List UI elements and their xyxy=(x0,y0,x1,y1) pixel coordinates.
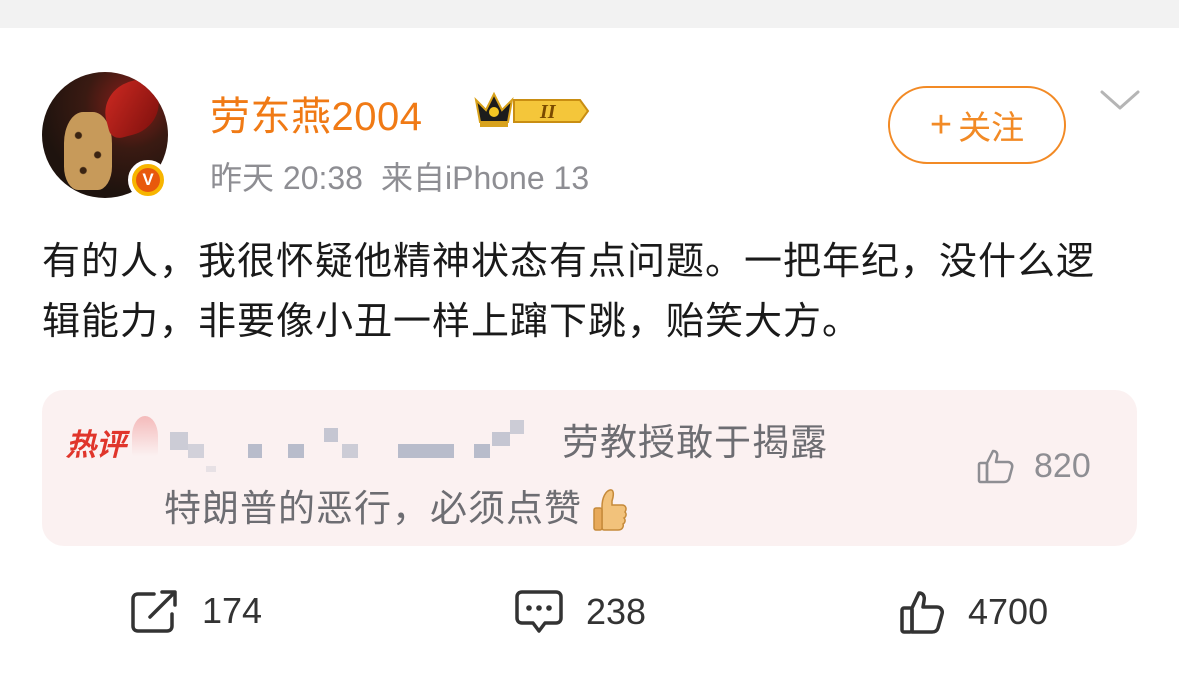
hot-comment-like-count: 820 xyxy=(1034,446,1091,485)
post-source: 来自iPhone 13 xyxy=(380,160,590,196)
post-meta: 昨天 20:38 来自iPhone 13 xyxy=(210,153,589,199)
flame-icon xyxy=(132,416,158,456)
chevron-down-icon[interactable] xyxy=(1098,84,1142,114)
plus-icon: + xyxy=(929,104,953,146)
weibo-post-card: V 劳东燕2004 II 昨天 20:38 来自iPhone 13 + 关注 有的… xyxy=(0,28,1179,676)
avatar[interactable]: V xyxy=(42,72,168,200)
rank-crown-badge-icon: II xyxy=(474,91,590,127)
thumbs-up-icon xyxy=(977,449,1014,484)
comment-bubble-icon xyxy=(515,590,563,633)
like-button[interactable]: 4700 xyxy=(898,588,1048,636)
repost-button[interactable]: 174 xyxy=(130,588,262,634)
repost-count: 174 xyxy=(202,590,263,631)
follow-button[interactable]: + 关注 xyxy=(888,86,1066,164)
hot-comment-like-button[interactable]: 820 xyxy=(976,446,1091,486)
hot-comment-text-line2: 特朗普的恶行，必须点赞 xyxy=(164,478,628,535)
post-content: 有的人，我很怀疑他精神状态有点问题。一把年纪，没什么逻辑能力，非要像小丑一样上蹿… xyxy=(42,241,1096,343)
hot-comment-tag: 热评 xyxy=(66,416,158,462)
thumbs-up-icon xyxy=(900,591,944,634)
comment-count: 238 xyxy=(586,591,647,632)
share-icon xyxy=(131,590,177,633)
like-count: 4700 xyxy=(968,591,1049,632)
follow-label: 关注 xyxy=(958,109,1025,146)
action-bar: 174 238 4700 xyxy=(0,580,1179,650)
thumbs-up-emoji-icon xyxy=(593,489,627,531)
username[interactable]: 劳东燕2004 xyxy=(210,84,422,142)
post-time: 昨天 20:38 xyxy=(210,160,363,196)
hot-comment[interactable]: 热评 劳教授敢于揭露 特朗普的恶行，必须点赞 820 xyxy=(42,390,1137,546)
comment-button[interactable]: 238 xyxy=(514,588,646,636)
rank-level-text: II xyxy=(539,101,557,123)
hot-comment-text-line1: 劳教授敢于揭露 xyxy=(562,422,828,463)
verified-badge-icon: V xyxy=(128,160,168,200)
blurred-commenter-name xyxy=(166,410,576,472)
